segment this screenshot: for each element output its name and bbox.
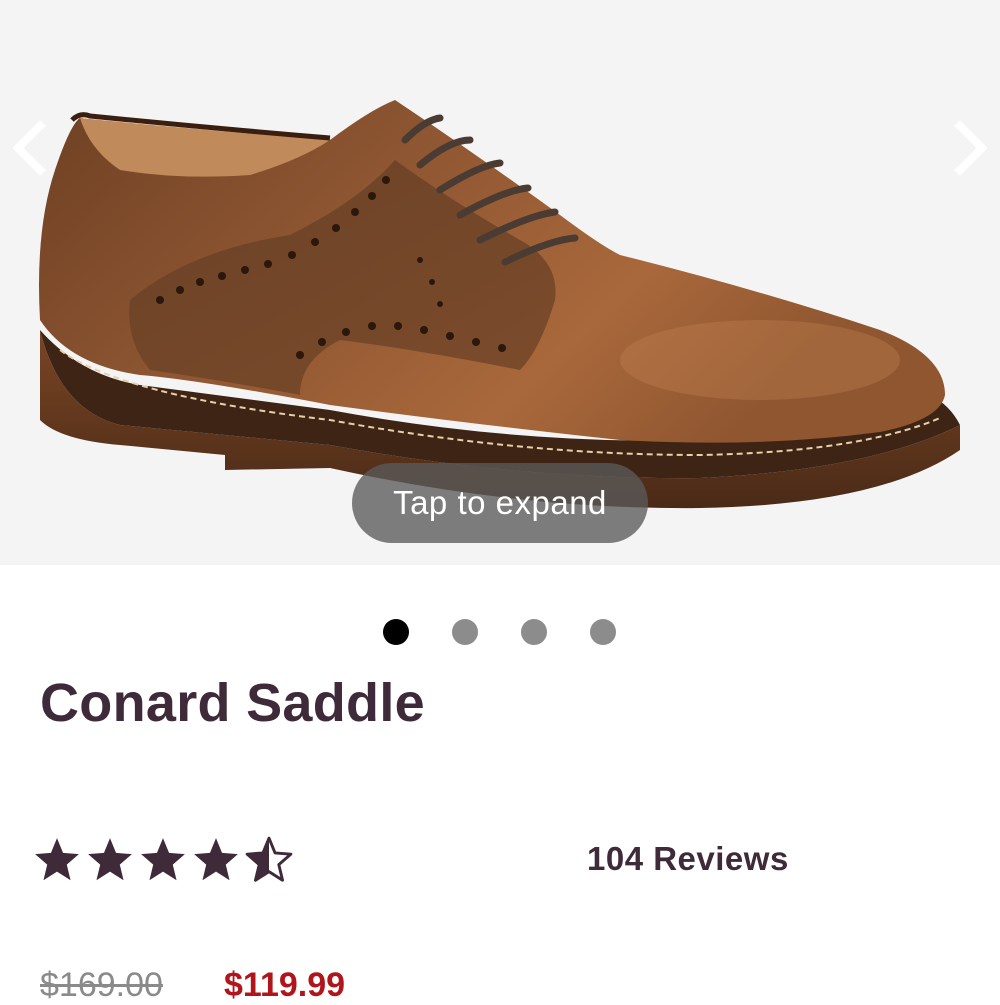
tap-to-expand-button[interactable]: Tap to expand: [352, 463, 648, 543]
tap-to-expand-label: Tap to expand: [393, 484, 607, 521]
star-half-icon: [245, 836, 293, 882]
product-image-gallery[interactable]: Tap to expand: [0, 0, 1000, 565]
pagination-dot-1[interactable]: [383, 619, 409, 645]
pagination-dot-3[interactable]: [521, 619, 547, 645]
next-image-button[interactable]: [940, 118, 1000, 178]
product-title: Conard Saddle: [40, 673, 425, 733]
star-full-icon: [35, 838, 79, 881]
original-price: $169.00: [40, 966, 163, 1004]
chevron-left-icon: [12, 120, 46, 176]
previous-image-button[interactable]: [0, 118, 60, 178]
star-rating[interactable]: [32, 835, 294, 885]
pagination-dot-4[interactable]: [590, 619, 616, 645]
star-full-icon: [194, 838, 238, 881]
chevron-right-icon: [954, 120, 988, 176]
reviews-link[interactable]: 104 Reviews: [587, 840, 789, 878]
gallery-pagination: [383, 619, 616, 645]
pagination-dot-2[interactable]: [452, 619, 478, 645]
sale-price: $119.99: [224, 966, 346, 1004]
star-full-icon: [141, 838, 185, 881]
star-full-icon: [88, 838, 132, 881]
